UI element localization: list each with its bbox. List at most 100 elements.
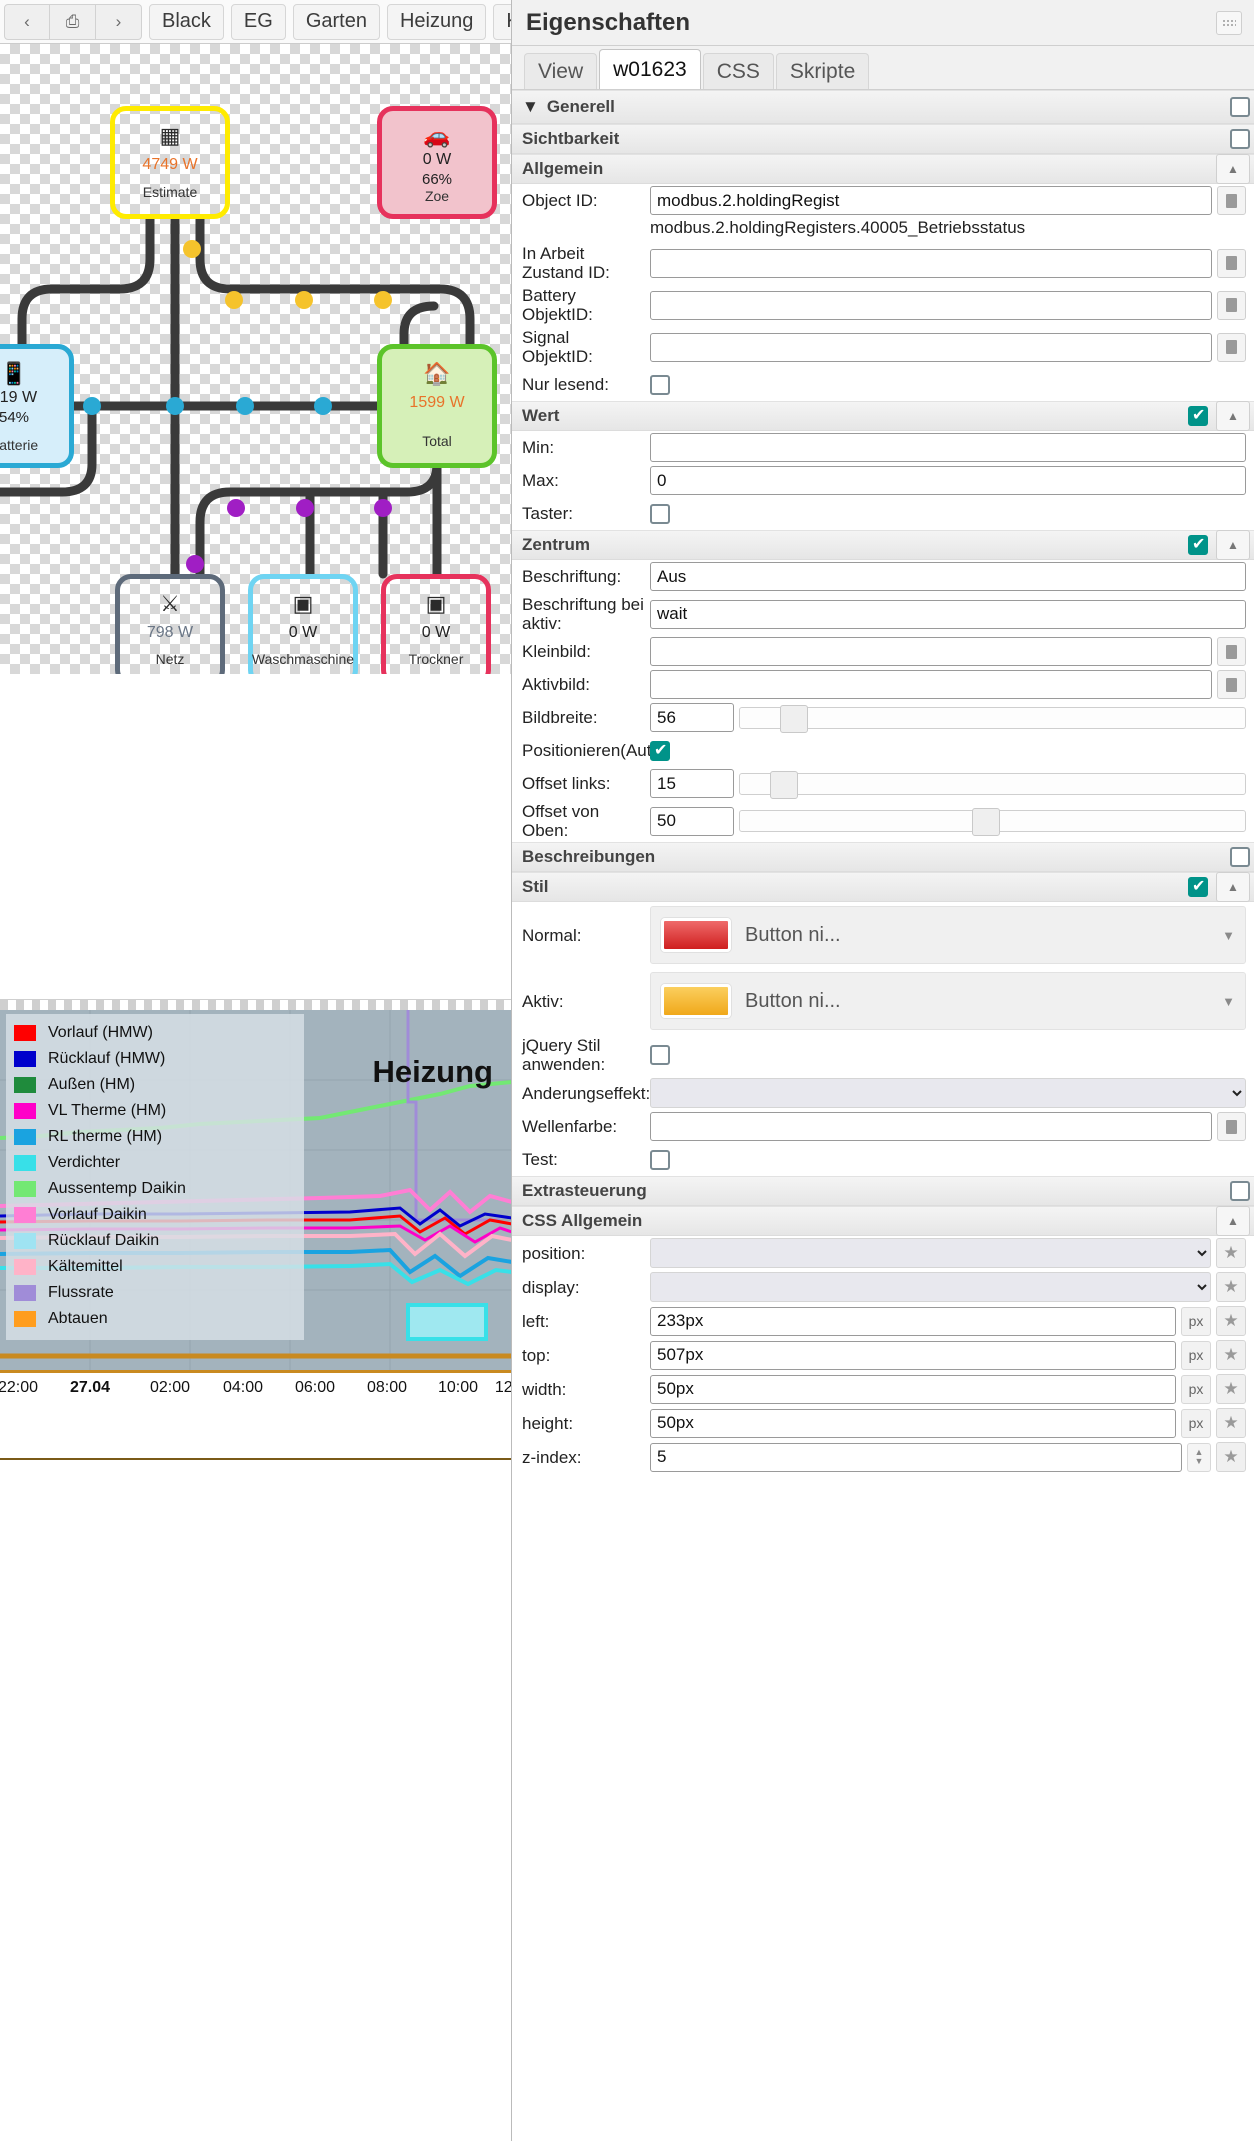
css-zindex-input[interactable] xyxy=(650,1442,1182,1472)
diagram-node-netz[interactable]: ⚔ 798 W Netz xyxy=(115,574,225,686)
section-generell[interactable]: ▼ Generell xyxy=(512,90,1254,124)
diagram-node-trockner[interactable]: ▣ 0 W Trockner xyxy=(381,574,491,686)
section-generell-checkbox[interactable] xyxy=(1230,97,1250,117)
collapse-chevron-up-icon[interactable]: ▲ xyxy=(1216,530,1250,561)
offset-links-slider[interactable] xyxy=(739,770,1246,799)
star-icon[interactable]: ★ xyxy=(1216,1306,1246,1337)
chevron-down-icon[interactable]: ▼ xyxy=(1222,928,1235,943)
history-chart[interactable]: Heizung Vorlauf (HMW) Rücklauf (HMW) Auß… xyxy=(0,1010,511,1370)
css-top-input[interactable] xyxy=(650,1340,1176,1370)
beschriftung-aktiv-input[interactable] xyxy=(650,599,1246,629)
diagram-node-estimate[interactable]: ▦ 4749 W Estimate xyxy=(110,106,230,219)
section-sichtbarkeit[interactable]: Sichtbarkeit xyxy=(512,124,1254,154)
in-arbeit-input[interactable] xyxy=(650,248,1212,278)
anderungseffekt-select[interactable] xyxy=(650,1078,1246,1109)
view-tab-black[interactable]: Black xyxy=(149,3,224,40)
diagram-node-total[interactable]: 🏠 1599 W Total xyxy=(377,344,497,468)
diagram-node-waschmaschine[interactable]: ▣ 0 W Waschmaschine xyxy=(248,574,358,686)
wellenfarbe-input[interactable] xyxy=(650,1112,1212,1142)
collapse-chevron-up-icon[interactable]: ▲ xyxy=(1216,1206,1250,1237)
chart-resize-handle[interactable] xyxy=(0,1000,511,1010)
slider-knob[interactable] xyxy=(780,704,809,733)
section-beschreibungen[interactable]: Beschreibungen xyxy=(512,842,1254,873)
normal-style-button[interactable]: Button ni... ▼ xyxy=(650,906,1246,965)
section-extrasteuerung[interactable]: Extrasteuerung xyxy=(512,1176,1254,1207)
section-wert[interactable]: Wert ▲ xyxy=(512,401,1254,432)
star-icon[interactable]: ★ xyxy=(1216,1374,1246,1405)
car-icon: 🚗 xyxy=(423,123,451,148)
offset-oben-slider[interactable] xyxy=(739,808,1246,837)
back-icon[interactable]: ‹ xyxy=(4,3,50,40)
offset-oben-input[interactable] xyxy=(650,806,734,836)
css-position-select[interactable] xyxy=(650,1238,1211,1269)
aktivbild-input[interactable] xyxy=(650,670,1212,700)
css-left-input[interactable] xyxy=(650,1306,1176,1336)
diagram-node-zoe[interactable]: 🚗 0 W 66% Zoe xyxy=(377,106,497,219)
slider-knob[interactable] xyxy=(972,808,1001,837)
beschriftung-input[interactable] xyxy=(650,562,1246,592)
star-icon[interactable]: ★ xyxy=(1216,1408,1246,1439)
star-icon[interactable]: ★ xyxy=(1216,1238,1246,1269)
jquery-stil-checkbox[interactable] xyxy=(650,1045,670,1066)
tab-skripte[interactable]: Skripte xyxy=(775,53,870,89)
image-picker-icon[interactable] xyxy=(1217,637,1246,667)
object-picker-icon[interactable] xyxy=(1217,186,1246,215)
view-tab-garten[interactable]: Garten xyxy=(292,3,380,40)
tab-w01623[interactable]: w01623 xyxy=(599,49,701,89)
taster-checkbox[interactable] xyxy=(650,503,670,524)
clipboard-icon[interactable]: ⎙ xyxy=(50,3,96,40)
positionieren-checkbox[interactable] xyxy=(650,740,670,761)
view-tab-heizung[interactable]: Heizung xyxy=(386,3,487,40)
forward-icon[interactable]: › xyxy=(96,3,142,40)
object-picker-icon[interactable] xyxy=(1217,290,1246,320)
section-beschreibungen-checkbox[interactable] xyxy=(1230,847,1250,868)
section-wert-checkbox[interactable] xyxy=(1188,405,1208,427)
star-icon[interactable]: ★ xyxy=(1216,1340,1246,1371)
color-picker-icon[interactable] xyxy=(1217,1112,1246,1142)
collapse-chevron-up-icon[interactable]: ▲ xyxy=(1216,154,1250,184)
object-id-input[interactable] xyxy=(650,186,1212,215)
collapse-chevron-up-icon[interactable]: ▲ xyxy=(1216,872,1250,903)
aktiv-style-button[interactable]: Button ni... ▼ xyxy=(650,972,1246,1031)
battery-objektid-input[interactable] xyxy=(650,290,1212,320)
css-top-unit[interactable]: px xyxy=(1181,1340,1211,1370)
section-extrasteuerung-checkbox[interactable] xyxy=(1230,1181,1250,1202)
slider-knob[interactable] xyxy=(770,770,799,799)
tab-css[interactable]: CSS xyxy=(702,53,774,89)
section-allgemein[interactable]: Allgemein ▲ xyxy=(512,154,1254,184)
css-height-unit[interactable]: px xyxy=(1181,1408,1211,1438)
max-input[interactable] xyxy=(650,466,1246,496)
star-icon[interactable]: ★ xyxy=(1216,1442,1246,1473)
section-stil-checkbox[interactable] xyxy=(1188,876,1208,898)
diagram-node-batterie[interactable]: 📱 619 W 54% Batterie xyxy=(0,344,74,468)
tab-view[interactable]: View xyxy=(524,53,598,89)
css-width-input[interactable] xyxy=(650,1374,1176,1404)
css-width-unit[interactable]: px xyxy=(1181,1374,1211,1404)
section-css-allgemein[interactable]: CSS Allgemein ▲ xyxy=(512,1206,1254,1237)
object-picker-icon[interactable] xyxy=(1217,248,1246,278)
css-display-select[interactable] xyxy=(650,1272,1211,1303)
bildbreite-slider[interactable] xyxy=(739,704,1246,733)
star-icon[interactable]: ★ xyxy=(1216,1272,1246,1303)
view-tab-eg[interactable]: EG xyxy=(230,3,286,40)
section-zentrum-checkbox[interactable] xyxy=(1188,534,1208,556)
offset-links-input[interactable] xyxy=(650,769,734,799)
image-picker-icon[interactable] xyxy=(1217,670,1246,700)
section-zentrum[interactable]: Zentrum ▲ xyxy=(512,530,1254,561)
css-height-input[interactable] xyxy=(650,1408,1176,1438)
signal-objektid-input[interactable] xyxy=(650,332,1212,362)
min-input[interactable] xyxy=(650,433,1246,463)
object-picker-icon[interactable] xyxy=(1217,332,1246,362)
section-sichtbarkeit-checkbox[interactable] xyxy=(1230,129,1250,149)
view-tab-keller[interactable]: Keller xyxy=(493,3,511,40)
chevron-down-icon[interactable]: ▼ xyxy=(1222,994,1235,1009)
test-checkbox[interactable] xyxy=(650,1149,670,1170)
resize-grip-icon[interactable] xyxy=(1216,10,1242,35)
section-stil[interactable]: Stil ▲ xyxy=(512,872,1254,903)
collapse-chevron-up-icon[interactable]: ▲ xyxy=(1216,401,1250,432)
css-left-unit[interactable]: px xyxy=(1181,1306,1211,1336)
kleinbild-input[interactable] xyxy=(650,637,1212,667)
spinner-icon[interactable]: ▲ ▼ xyxy=(1187,1442,1211,1472)
bildbreite-input[interactable] xyxy=(650,703,734,733)
nur-lesend-checkbox[interactable] xyxy=(650,374,670,395)
